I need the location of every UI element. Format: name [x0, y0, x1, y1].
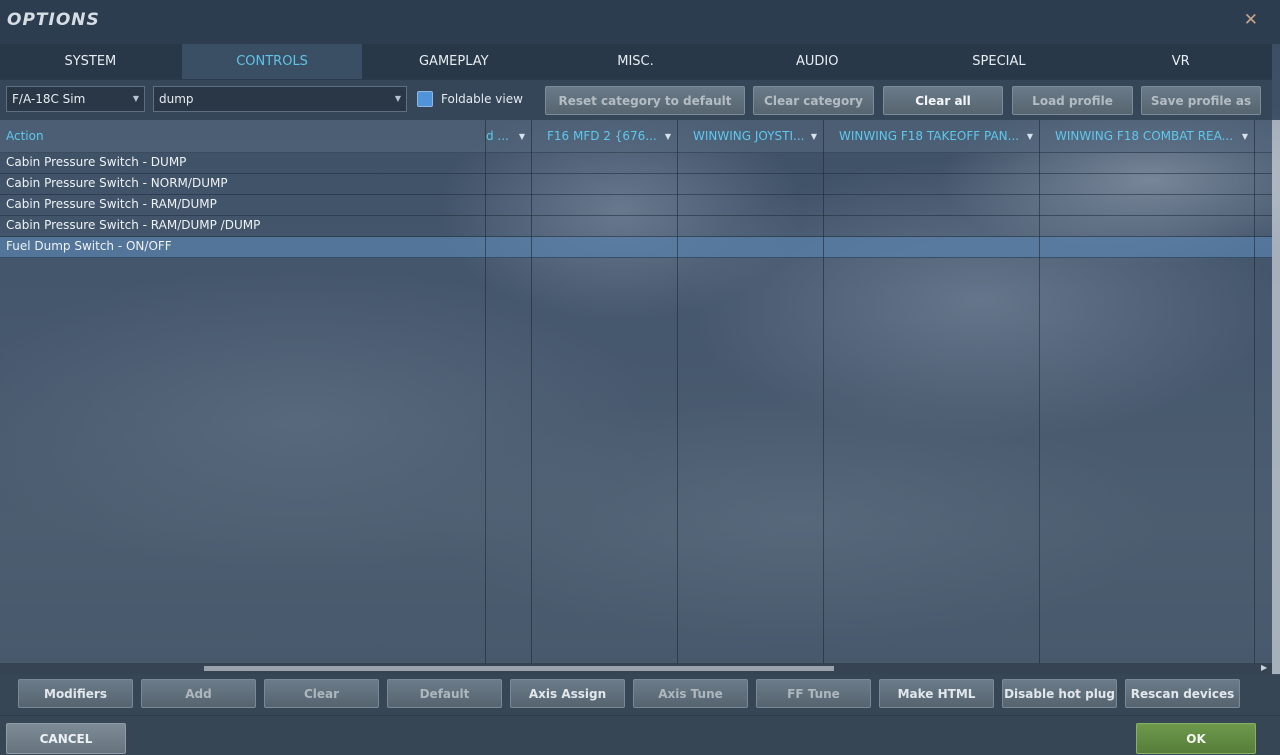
disable-hot-plug-button[interactable]: Disable hot plug: [1002, 679, 1117, 708]
column-header-device[interactable]: WINWING JOYSTI... ▼: [678, 120, 823, 153]
column-header-label: WINWING JOYSTI...: [693, 129, 805, 143]
chevron-down-icon: ▼: [664, 132, 671, 141]
column-header-label: F16 MFD 2 {676...: [547, 129, 657, 143]
make-html-button[interactable]: Make HTML: [879, 679, 994, 708]
chevron-down-icon: ▼: [132, 94, 139, 103]
column-divider: [531, 120, 532, 664]
action-label: Cabin Pressure Switch - RAM/DUMP /DUMP: [6, 218, 261, 232]
clear-all-button[interactable]: Clear all: [883, 86, 1003, 115]
cancel-button[interactable]: CANCEL: [6, 723, 126, 754]
chevron-down-icon: ▼: [518, 132, 525, 141]
table-row[interactable]: Cabin Pressure Switch - RAM/DUMP: [0, 195, 1272, 216]
column-header-device[interactable]: d ... ▼: [486, 120, 531, 153]
footer-divider: [0, 715, 1280, 716]
clear-button[interactable]: Clear: [264, 679, 379, 708]
chevron-down-icon: ▼: [1026, 132, 1033, 141]
action-label: Cabin Pressure Switch - RAM/DUMP: [6, 197, 217, 211]
column-divider: [485, 120, 486, 664]
table-header: Action d ... ▼ F16 MFD 2 {676... ▼ WINWI…: [0, 120, 1272, 153]
title-bar: OPTIONS ✕: [0, 0, 1280, 44]
action-label: Cabin Pressure Switch - NORM/DUMP: [6, 176, 228, 190]
horizontal-scroll-thumb[interactable]: [204, 666, 834, 671]
aircraft-select[interactable]: F/A-18C Sim ▼: [6, 86, 145, 112]
rescan-devices-button[interactable]: Rescan devices: [1125, 679, 1240, 708]
foldable-view-label: Foldable view: [441, 92, 523, 106]
tab-system[interactable]: SYSTEM: [0, 44, 182, 79]
column-header-label: WINWING F18 COMBAT REA...: [1055, 129, 1234, 143]
add-button[interactable]: Add: [141, 679, 256, 708]
close-icon[interactable]: ✕: [1244, 10, 1258, 30]
scroll-right-icon[interactable]: ▶: [1261, 663, 1267, 672]
column-divider: [1254, 120, 1255, 664]
load-profile-button[interactable]: Load profile: [1012, 86, 1133, 115]
axis-tune-button[interactable]: Axis Tune: [633, 679, 748, 708]
tab-gameplay[interactable]: GAMEPLAY: [363, 44, 546, 79]
window-title: OPTIONS: [7, 10, 100, 30]
column-header-label: Action: [6, 129, 44, 143]
aircraft-select-value: F/A-18C Sim: [12, 92, 86, 106]
tab-misc[interactable]: MISC.: [545, 44, 727, 79]
table-row-selected[interactable]: Fuel Dump Switch - ON/OFF: [0, 237, 1272, 258]
column-divider: [823, 120, 824, 664]
tab-vr[interactable]: VR: [1090, 44, 1273, 79]
reset-category-button[interactable]: Reset category to default: [545, 86, 745, 115]
tab-audio[interactable]: AUDIO: [727, 44, 909, 79]
column-header-action[interactable]: Action: [6, 120, 476, 153]
action-label: Fuel Dump Switch - ON/OFF: [6, 239, 172, 253]
save-profile-button[interactable]: Save profile as: [1141, 86, 1261, 115]
column-header-device[interactable]: F16 MFD 2 {676... ▼: [532, 120, 677, 153]
action-label: Cabin Pressure Switch - DUMP: [6, 155, 187, 169]
column-header-device[interactable]: WINWING F18 COMBAT REA... ▼: [1040, 120, 1254, 153]
table-row[interactable]: Cabin Pressure Switch - NORM/DUMP: [0, 174, 1272, 195]
category-select[interactable]: dump ▼: [153, 86, 407, 112]
table-row[interactable]: Cabin Pressure Switch - RAM/DUMP /DUMP: [0, 216, 1272, 237]
category-select-value: dump: [159, 92, 194, 106]
vertical-scrollbar[interactable]: [1272, 120, 1280, 675]
ff-tune-button[interactable]: FF Tune: [756, 679, 871, 708]
column-divider: [1039, 120, 1040, 664]
chevron-down-icon: ▼: [1241, 132, 1248, 141]
tab-controls[interactable]: CONTROLS: [181, 44, 364, 79]
clear-category-button[interactable]: Clear category: [753, 86, 874, 115]
axis-assign-button[interactable]: Axis Assign: [510, 679, 625, 708]
column-header-device[interactable]: WINWING F18 TAKEOFF PAN... ▼: [824, 120, 1039, 153]
column-header-label: WINWING F18 TAKEOFF PAN...: [839, 129, 1020, 143]
modifiers-button[interactable]: Modifiers: [18, 679, 133, 708]
default-button[interactable]: Default: [387, 679, 502, 708]
tab-special[interactable]: SPECIAL: [909, 44, 1091, 79]
chevron-down-icon: ▼: [394, 94, 401, 103]
table-row[interactable]: Cabin Pressure Switch - DUMP: [0, 153, 1272, 174]
tab-bar: SYSTEM CONTROLS GAMEPLAY MISC. AUDIO SPE…: [0, 44, 1273, 80]
chevron-down-icon: ▼: [810, 132, 817, 141]
ok-button[interactable]: OK: [1136, 723, 1256, 754]
column-header-label: d ...: [486, 129, 509, 143]
column-divider: [677, 120, 678, 664]
foldable-view-checkbox[interactable]: [417, 91, 433, 107]
